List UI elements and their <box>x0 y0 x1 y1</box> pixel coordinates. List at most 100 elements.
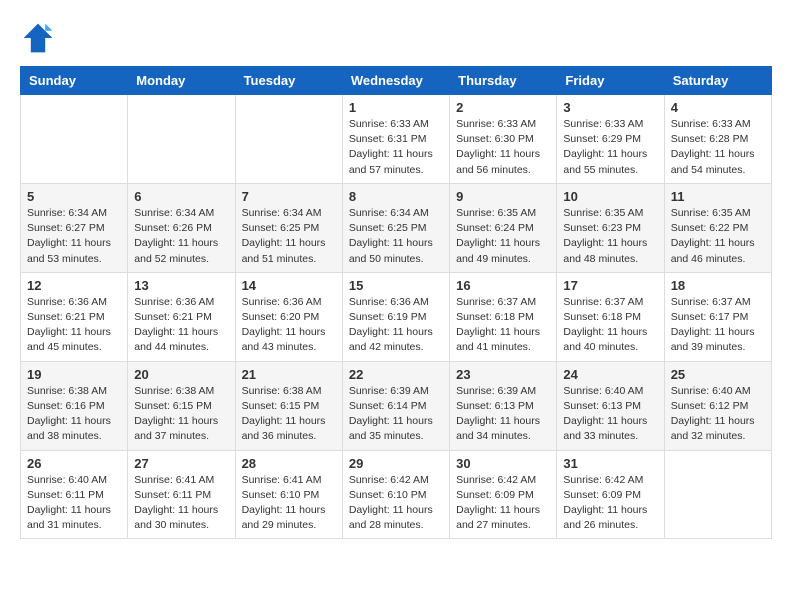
day-number: 4 <box>671 100 765 115</box>
day-info: Sunrise: 6:36 AM Sunset: 6:21 PM Dayligh… <box>27 295 121 356</box>
logo <box>20 20 62 56</box>
calendar-cell <box>128 95 235 184</box>
day-info: Sunrise: 6:36 AM Sunset: 6:20 PM Dayligh… <box>242 295 336 356</box>
day-info: Sunrise: 6:40 AM Sunset: 6:12 PM Dayligh… <box>671 384 765 445</box>
weekday-header-friday: Friday <box>557 67 664 95</box>
day-number: 15 <box>349 278 443 293</box>
day-number: 20 <box>134 367 228 382</box>
calendar-cell: 18 Sunrise: 6:37 AM Sunset: 6:17 PM Dayli… <box>664 272 771 361</box>
calendar-cell: 14 Sunrise: 6:36 AM Sunset: 6:20 PM Dayli… <box>235 272 342 361</box>
day-number: 18 <box>671 278 765 293</box>
calendar-cell: 29 Sunrise: 6:42 AM Sunset: 6:10 PM Dayli… <box>342 450 449 539</box>
day-number: 8 <box>349 189 443 204</box>
day-number: 26 <box>27 456 121 471</box>
calendar-cell: 9Sunrise: 6:35 AM Sunset: 6:24 PM Daylig… <box>450 183 557 272</box>
day-info: Sunrise: 6:37 AM Sunset: 6:18 PM Dayligh… <box>563 295 657 356</box>
day-info: Sunrise: 6:41 AM Sunset: 6:11 PM Dayligh… <box>134 473 228 534</box>
day-info: Sunrise: 6:35 AM Sunset: 6:24 PM Dayligh… <box>456 206 550 267</box>
day-number: 22 <box>349 367 443 382</box>
calendar-cell: 28Sunrise: 6:41 AM Sunset: 6:10 PM Dayli… <box>235 450 342 539</box>
day-info: Sunrise: 6:36 AM Sunset: 6:19 PM Dayligh… <box>349 295 443 356</box>
calendar-cell <box>21 95 128 184</box>
calendar-cell: 23 Sunrise: 6:39 AM Sunset: 6:13 PM Dayli… <box>450 361 557 450</box>
day-info: Sunrise: 6:36 AM Sunset: 6:21 PM Dayligh… <box>134 295 228 356</box>
calendar-cell: 6Sunrise: 6:34 AM Sunset: 6:26 PM Daylig… <box>128 183 235 272</box>
day-number: 12 <box>27 278 121 293</box>
day-info: Sunrise: 6:38 AM Sunset: 6:16 PM Dayligh… <box>27 384 121 445</box>
day-info: Sunrise: 6:40 AM Sunset: 6:11 PM Dayligh… <box>27 473 121 534</box>
calendar-cell: 24 Sunrise: 6:40 AM Sunset: 6:13 PM Dayli… <box>557 361 664 450</box>
day-number: 3 <box>563 100 657 115</box>
day-number: 19 <box>27 367 121 382</box>
day-info: Sunrise: 6:39 AM Sunset: 6:13 PM Dayligh… <box>456 384 550 445</box>
day-info: Sunrise: 6:42 AM Sunset: 6:09 PM Dayligh… <box>563 473 657 534</box>
day-number: 27 <box>134 456 228 471</box>
day-info: Sunrise: 6:37 AM Sunset: 6:18 PM Dayligh… <box>456 295 550 356</box>
calendar-cell: 17 Sunrise: 6:37 AM Sunset: 6:18 PM Dayli… <box>557 272 664 361</box>
day-info: Sunrise: 6:33 AM Sunset: 6:28 PM Dayligh… <box>671 117 765 178</box>
day-info: Sunrise: 6:42 AM Sunset: 6:09 PM Dayligh… <box>456 473 550 534</box>
calendar-cell: 21 Sunrise: 6:38 AM Sunset: 6:15 PM Dayli… <box>235 361 342 450</box>
day-number: 28 <box>242 456 336 471</box>
day-number: 5 <box>27 189 121 204</box>
weekday-header-saturday: Saturday <box>664 67 771 95</box>
day-number: 29 <box>349 456 443 471</box>
calendar-week-2: 5 Sunrise: 6:34 AM Sunset: 6:27 PM Daylig… <box>21 183 772 272</box>
day-number: 7 <box>242 189 336 204</box>
calendar-cell <box>664 450 771 539</box>
day-number: 16 <box>456 278 550 293</box>
day-number: 24 <box>563 367 657 382</box>
calendar-cell: 30 Sunrise: 6:42 AM Sunset: 6:09 PM Dayli… <box>450 450 557 539</box>
calendar-cell: 2Sunrise: 6:33 AM Sunset: 6:30 PM Daylig… <box>450 95 557 184</box>
day-number: 14 <box>242 278 336 293</box>
day-number: 30 <box>456 456 550 471</box>
calendar-cell: 8 Sunrise: 6:34 AM Sunset: 6:25 PM Daylig… <box>342 183 449 272</box>
day-number: 11 <box>671 189 765 204</box>
calendar-cell: 5 Sunrise: 6:34 AM Sunset: 6:27 PM Daylig… <box>21 183 128 272</box>
day-info: Sunrise: 6:34 AM Sunset: 6:27 PM Dayligh… <box>27 206 121 267</box>
calendar-cell: 12 Sunrise: 6:36 AM Sunset: 6:21 PM Dayli… <box>21 272 128 361</box>
weekday-header-monday: Monday <box>128 67 235 95</box>
day-number: 10 <box>563 189 657 204</box>
calendar-header: SundayMondayTuesdayWednesdayThursdayFrid… <box>21 67 772 95</box>
page-header <box>20 20 772 56</box>
calendar-cell: 13Sunrise: 6:36 AM Sunset: 6:21 PM Dayli… <box>128 272 235 361</box>
day-info: Sunrise: 6:33 AM Sunset: 6:30 PM Dayligh… <box>456 117 550 178</box>
calendar-cell: 11Sunrise: 6:35 AM Sunset: 6:22 PM Dayli… <box>664 183 771 272</box>
day-info: Sunrise: 6:42 AM Sunset: 6:10 PM Dayligh… <box>349 473 443 534</box>
day-info: Sunrise: 6:33 AM Sunset: 6:29 PM Dayligh… <box>563 117 657 178</box>
calendar-cell: 4 Sunrise: 6:33 AM Sunset: 6:28 PM Daylig… <box>664 95 771 184</box>
day-info: Sunrise: 6:40 AM Sunset: 6:13 PM Dayligh… <box>563 384 657 445</box>
weekday-header-tuesday: Tuesday <box>235 67 342 95</box>
calendar-cell: 7 Sunrise: 6:34 AM Sunset: 6:25 PM Daylig… <box>235 183 342 272</box>
calendar-week-1: 1Sunrise: 6:33 AM Sunset: 6:31 PM Daylig… <box>21 95 772 184</box>
calendar-cell: 25 Sunrise: 6:40 AM Sunset: 6:12 PM Dayli… <box>664 361 771 450</box>
day-number: 1 <box>349 100 443 115</box>
calendar-table: SundayMondayTuesdayWednesdayThursdayFrid… <box>20 66 772 539</box>
day-info: Sunrise: 6:34 AM Sunset: 6:25 PM Dayligh… <box>242 206 336 267</box>
calendar-cell: 16 Sunrise: 6:37 AM Sunset: 6:18 PM Dayli… <box>450 272 557 361</box>
calendar-body: 1Sunrise: 6:33 AM Sunset: 6:31 PM Daylig… <box>21 95 772 539</box>
weekday-header-sunday: Sunday <box>21 67 128 95</box>
calendar-cell: 3 Sunrise: 6:33 AM Sunset: 6:29 PM Daylig… <box>557 95 664 184</box>
day-number: 21 <box>242 367 336 382</box>
day-number: 31 <box>563 456 657 471</box>
day-info: Sunrise: 6:34 AM Sunset: 6:25 PM Dayligh… <box>349 206 443 267</box>
day-info: Sunrise: 6:39 AM Sunset: 6:14 PM Dayligh… <box>349 384 443 445</box>
calendar-cell: 26 Sunrise: 6:40 AM Sunset: 6:11 PM Dayli… <box>21 450 128 539</box>
calendar-cell: 10Sunrise: 6:35 AM Sunset: 6:23 PM Dayli… <box>557 183 664 272</box>
day-number: 17 <box>563 278 657 293</box>
day-number: 23 <box>456 367 550 382</box>
day-info: Sunrise: 6:38 AM Sunset: 6:15 PM Dayligh… <box>134 384 228 445</box>
day-info: Sunrise: 6:37 AM Sunset: 6:17 PM Dayligh… <box>671 295 765 356</box>
calendar-week-4: 19 Sunrise: 6:38 AM Sunset: 6:16 PM Dayli… <box>21 361 772 450</box>
day-info: Sunrise: 6:34 AM Sunset: 6:26 PM Dayligh… <box>134 206 228 267</box>
weekday-row: SundayMondayTuesdayWednesdayThursdayFrid… <box>21 67 772 95</box>
day-number: 25 <box>671 367 765 382</box>
logo-icon <box>20 20 56 56</box>
calendar-cell: 31 Sunrise: 6:42 AM Sunset: 6:09 PM Dayli… <box>557 450 664 539</box>
calendar-cell <box>235 95 342 184</box>
calendar-cell: 22 Sunrise: 6:39 AM Sunset: 6:14 PM Dayli… <box>342 361 449 450</box>
calendar-week-3: 12 Sunrise: 6:36 AM Sunset: 6:21 PM Dayli… <box>21 272 772 361</box>
day-info: Sunrise: 6:38 AM Sunset: 6:15 PM Dayligh… <box>242 384 336 445</box>
